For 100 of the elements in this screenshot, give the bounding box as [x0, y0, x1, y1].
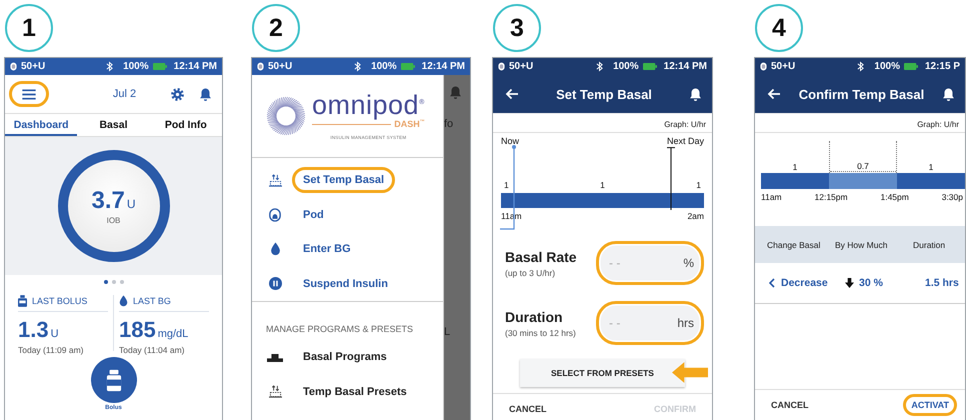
temp-basal-icon: [268, 385, 282, 398]
menu-item[interactable]: Suspend Insulin: [292, 270, 399, 297]
back-arrow-icon[interactable]: [767, 88, 781, 100]
column-header: Change Basal: [767, 240, 822, 250]
blood-drop-icon: [119, 295, 128, 307]
menu-item[interactable]: Basal Programs: [303, 347, 387, 368]
bluetooth-icon: [857, 61, 864, 72]
chevron-left-icon[interactable]: [769, 278, 775, 288]
rate-label: 1: [600, 180, 605, 190]
select-presets-button[interactable]: SELECT FROM PRESETS: [520, 359, 685, 387]
stat-title: LAST BOLUS: [32, 296, 88, 306]
field-label: Duration: [505, 308, 564, 324]
notification-bell-icon[interactable]: [942, 86, 955, 102]
battery-percentage: 100%: [123, 61, 149, 72]
bluetooth-icon: [106, 61, 114, 72]
unit-label: %: [683, 256, 694, 270]
basal-program-icon: [267, 352, 283, 362]
notification-bell-icon[interactable]: [689, 86, 702, 102]
stat-title: LAST BG: [133, 296, 171, 306]
notification-bell-icon[interactable]: [199, 86, 212, 102]
clock-time: 12:14 PM: [422, 61, 465, 72]
rate-label: 1: [504, 180, 509, 190]
stat-value: 1.3: [18, 317, 49, 343]
section-heading: MANAGE PROGRAMS & PRESETS: [265, 323, 414, 336]
down-arrow-icon: [845, 278, 854, 288]
insulin-level-text: 50+U: [268, 61, 292, 72]
time-label: 11am: [761, 192, 782, 202]
time-label: 1:45pm: [880, 192, 909, 202]
graph-unit-label: Graph: U/hr: [493, 113, 712, 133]
menu-item[interactable]: Temp Basal Presets: [303, 382, 407, 402]
screen-title: Confirm Temp Basal: [798, 86, 926, 102]
insulin-level-text: 50+U: [21, 61, 46, 72]
bluetooth-icon: [596, 61, 604, 72]
rate-label: 0.7: [830, 161, 896, 172]
stat-unit: mg/dL: [158, 328, 188, 340]
iob-unit: U: [126, 197, 136, 211]
brand-subtitle: DASH$^{™}$: [394, 119, 425, 129]
step-number: 3: [493, 4, 541, 52]
clock-time: 12:14 PM: [174, 61, 217, 72]
tab[interactable]: Basal: [77, 114, 150, 136]
step-number: 1: [5, 4, 53, 52]
change-basal-value[interactable]: Decrease: [781, 277, 828, 289]
iob-value: 3.7: [91, 187, 125, 215]
battery-percentage: 100%: [371, 61, 397, 72]
column-header: Duration: [913, 240, 946, 250]
confirm-button[interactable]: ACTIVAT: [903, 394, 957, 416]
temp-basal-segment: [829, 173, 897, 189]
now-label: Now: [501, 136, 520, 146]
column-header: By How Much: [835, 240, 888, 250]
cancel-button[interactable]: CANCEL: [763, 394, 816, 416]
bottle-icon: [18, 295, 27, 307]
battery-icon: [642, 63, 657, 70]
background-text: L: [444, 326, 450, 338]
rate-label: 1: [792, 162, 798, 172]
stat-time: Today (11:04 am): [119, 345, 186, 355]
bluetooth-icon: [354, 61, 362, 72]
battery-icon: [152, 63, 167, 70]
cancel-button[interactable]: CANCEL: [501, 398, 554, 420]
pod-status-icon: [498, 62, 505, 71]
pod-icon: [269, 208, 281, 222]
insulin-level-text: 50+U: [509, 61, 534, 72]
settings-icon[interactable]: [170, 86, 185, 102]
pod-status-icon: [10, 62, 17, 71]
field-hint: (up to 3 U/hr): [505, 268, 556, 278]
rate-label: 1: [696, 180, 701, 190]
menu-item[interactable]: Pod: [292, 202, 335, 228]
time-label: 12:15pm: [814, 192, 848, 202]
menu-button[interactable]: [9, 81, 49, 107]
field-label: Basal Rate: [505, 248, 577, 264]
menu-item[interactable]: Enter BG: [292, 236, 362, 262]
next-day-marker-line: [667, 147, 675, 210]
temp-basal-icon: [268, 174, 282, 187]
clock-time: 12:15 P: [924, 61, 960, 72]
stat-value: 185: [119, 317, 156, 343]
basal-segment: [897, 173, 965, 189]
unit-label: hrs: [677, 316, 694, 330]
graph-unit-label: Graph: U/hr: [755, 113, 965, 133]
battery-percentage: 100%: [613, 61, 639, 72]
brand-name: omnipod$^{®}$: [312, 92, 425, 119]
next-day-label: Next Day: [666, 136, 704, 146]
clock-time: 12:14 PM: [664, 61, 707, 72]
background-text: fo: [444, 118, 454, 130]
field-hint: (30 mins to 12 hrs): [505, 328, 576, 338]
time-label: 2am: [687, 211, 704, 221]
back-arrow-icon[interactable]: [505, 88, 519, 100]
step-number: 4: [755, 4, 803, 52]
duration-value: 1.5 hrs: [924, 277, 960, 289]
bolus-button[interactable]: [90, 357, 136, 403]
logo-ring-icon: [266, 96, 306, 136]
battery-icon: [904, 63, 918, 70]
battery-percentage: 100%: [874, 61, 900, 72]
blood-drop-icon: [270, 242, 280, 256]
insulin-level-text: 50+U: [771, 61, 796, 72]
menu-item[interactable]: Set Temp Basal: [292, 167, 396, 194]
battery-icon: [400, 63, 415, 70]
step-number: 2: [252, 4, 300, 52]
date-label: Jul 2: [112, 88, 138, 100]
tab[interactable]: Pod Info: [150, 114, 222, 136]
iob-label: IOB: [106, 216, 120, 225]
menu-icon: [20, 86, 38, 102]
